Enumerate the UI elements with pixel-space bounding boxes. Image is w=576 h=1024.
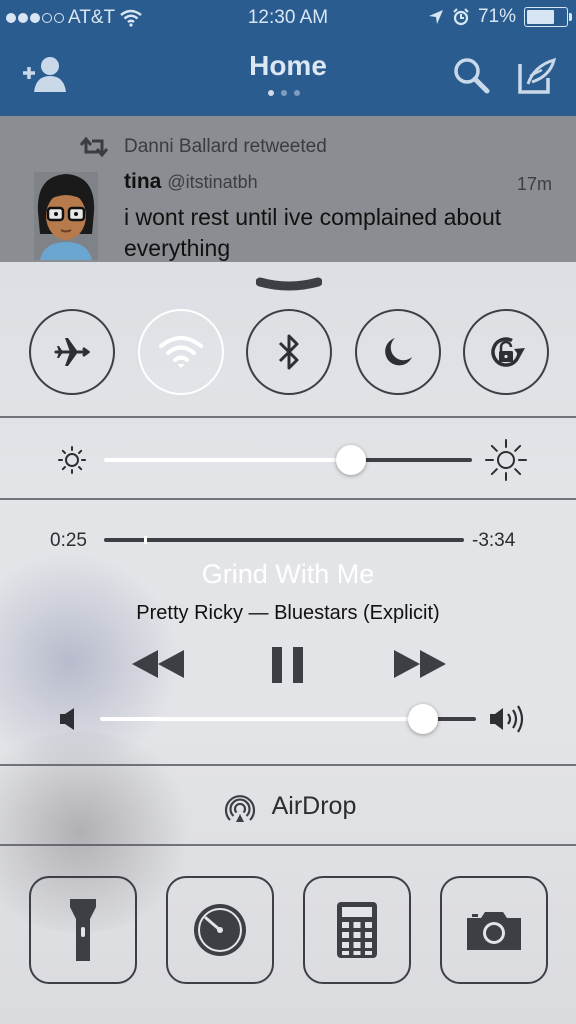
fast-forward-icon[interactable] (392, 646, 448, 682)
tweet-timestamp: 17m (516, 174, 552, 194)
calculator-icon (337, 902, 377, 958)
battery-percent: 71% (477, 6, 516, 27)
rotation-lock-icon (491, 337, 525, 367)
brightness-slider-thumb[interactable] (335, 445, 366, 475)
avatar[interactable] (34, 172, 98, 260)
timer-icon (194, 904, 246, 956)
grabber-chevron-icon[interactable] (256, 276, 322, 296)
retweet-icon (80, 136, 108, 158)
playback-progress-track[interactable] (104, 538, 464, 542)
toggle-row (0, 309, 576, 395)
tweet-author-handle[interactable]: @itstinatbh (167, 172, 257, 192)
retweeted-by-label: Danni Ballard retweeted (124, 136, 327, 157)
status-bar: AT&T 12:30 AM 71% (0, 0, 576, 36)
page-indicator (268, 90, 300, 96)
airdrop-button[interactable]: AirDrop (0, 786, 576, 826)
search-icon[interactable] (452, 56, 492, 96)
twitter-nav-bar: Home (0, 36, 576, 116)
bluetooth-toggle[interactable] (246, 309, 332, 395)
rewind-icon[interactable] (130, 646, 186, 682)
brightness-low-icon (58, 446, 86, 474)
calculator-button[interactable] (303, 876, 411, 984)
wifi-toggle[interactable] (138, 309, 224, 395)
airdrop-label: AirDrop (271, 791, 357, 820)
compose-tweet-icon[interactable] (516, 56, 558, 96)
wifi-icon (159, 336, 203, 368)
tweet-text: i wont rest until ive complained about e… (124, 204, 502, 261)
page-dot (294, 90, 300, 96)
status-right: 71% (428, 6, 572, 28)
airplane-mode-toggle[interactable] (29, 309, 115, 395)
tweet-author-name[interactable]: tina (124, 170, 161, 193)
pause-icon[interactable] (270, 645, 306, 685)
moon-icon (385, 338, 412, 366)
brightness-track-filled[interactable] (104, 458, 351, 462)
page-dot (281, 90, 287, 96)
brightness-high-icon (485, 439, 527, 481)
airdrop-icon (224, 795, 255, 822)
flashlight-icon (70, 899, 96, 961)
tweet-author: tina @itstinatbh (124, 170, 258, 194)
brightness-track-empty[interactable] (350, 458, 472, 462)
battery-icon (524, 7, 572, 27)
artist-album: Pretty Ricky — Bluestars (Explicit) (136, 602, 440, 624)
do-not-disturb-toggle[interactable] (355, 309, 441, 395)
elapsed-time: 0:25 (50, 530, 87, 551)
volume-high-icon (490, 705, 524, 733)
page-dot (268, 90, 274, 96)
volume-low-icon (60, 708, 74, 730)
camera-icon (467, 912, 521, 950)
flashlight-button[interactable] (29, 876, 137, 984)
location-arrow-icon (428, 10, 443, 24)
playback-position-marker[interactable] (143, 536, 147, 544)
remaining-time: -3:34 (472, 530, 516, 551)
timer-button[interactable] (166, 876, 274, 984)
control-center: 0:25 -3:34 Grind With Me Pretty Ricky — … (0, 262, 576, 1024)
volume-slider-thumb[interactable] (408, 704, 439, 734)
airplane-icon (54, 338, 90, 366)
volume-track-filled[interactable] (100, 717, 424, 721)
song-title: Grind With Me (201, 559, 375, 589)
timeline: Danni Ballard retweeted tina @itstinatbh … (0, 116, 576, 266)
bluetooth-icon (278, 334, 299, 370)
alarm-clock-icon (453, 8, 469, 26)
rotation-lock-toggle[interactable] (463, 309, 549, 395)
camera-button[interactable] (440, 876, 548, 984)
